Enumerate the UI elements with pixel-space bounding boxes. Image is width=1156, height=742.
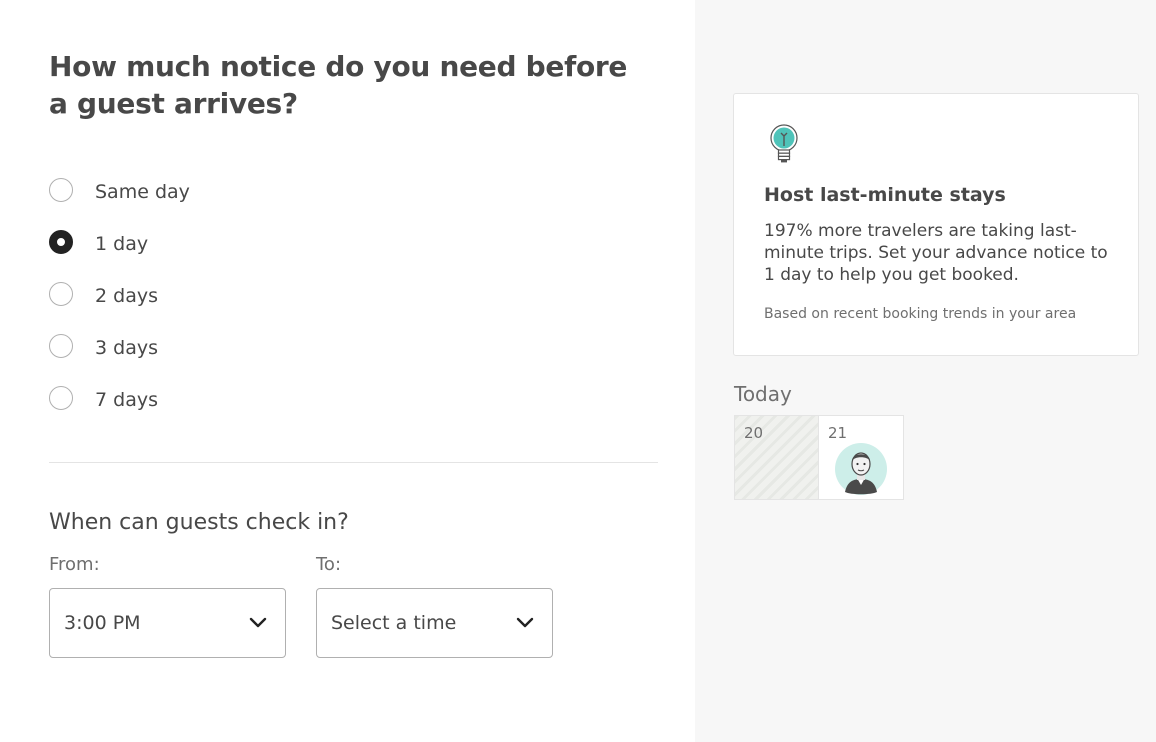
page-title: How much notice do you need before a gue… [49, 50, 628, 120]
notice-options: Same day 1 day 2 days 3 days 7 days [49, 166, 449, 426]
to-label: To: [316, 554, 342, 575]
radio-button[interactable] [49, 386, 73, 410]
section-divider [49, 462, 658, 463]
chevron-down-icon [249, 617, 267, 628]
option-label: 1 day [95, 233, 149, 255]
option-3-days[interactable]: 3 days [49, 322, 449, 374]
tip-footnote: Based on recent booking trends in your a… [764, 306, 1077, 322]
option-label: 7 days [95, 389, 158, 411]
chevron-down-icon [516, 617, 534, 628]
radio-button-selected[interactable] [49, 230, 73, 254]
checkin-heading: When can guests check in? [49, 510, 349, 535]
calendar-day-blocked: 20 [734, 415, 819, 500]
radio-button[interactable] [49, 178, 73, 202]
tip-card: Host last-minute stays 197% more travele… [733, 93, 1139, 356]
option-7-days[interactable]: 7 days [49, 374, 449, 426]
to-select-value: Select a time [331, 612, 457, 634]
tip-title: Host last-minute stays [764, 184, 1006, 206]
option-label: 2 days [95, 285, 158, 307]
checkin-from-select[interactable]: 3:00 PM [49, 588, 286, 658]
radio-button[interactable] [49, 282, 73, 306]
from-label: From: [49, 554, 100, 575]
option-label: 3 days [95, 337, 158, 359]
day-number: 21 [828, 424, 848, 442]
option-2-days[interactable]: 2 days [49, 270, 449, 322]
tip-body: 197% more travelers are taking last-minu… [764, 221, 1108, 285]
calendar-day-booked: 21 [819, 415, 904, 500]
from-select-value: 3:00 PM [64, 612, 141, 634]
calendar-today-label: Today [734, 382, 792, 406]
tips-sidebar: Host last-minute stays 197% more travele… [695, 0, 1156, 742]
calendar-preview: 20 21 [734, 415, 904, 500]
lightbulb-icon [770, 124, 798, 163]
radio-button[interactable] [49, 334, 73, 358]
option-same-day[interactable]: Same day [49, 166, 449, 218]
guest-avatar [835, 443, 887, 495]
day-number: 20 [744, 424, 764, 442]
option-1-day[interactable]: 1 day [49, 218, 449, 270]
checkin-to-select[interactable]: Select a time [316, 588, 553, 658]
option-label: Same day [95, 181, 190, 203]
notice-settings-panel: How much notice do you need before a gue… [0, 0, 695, 742]
